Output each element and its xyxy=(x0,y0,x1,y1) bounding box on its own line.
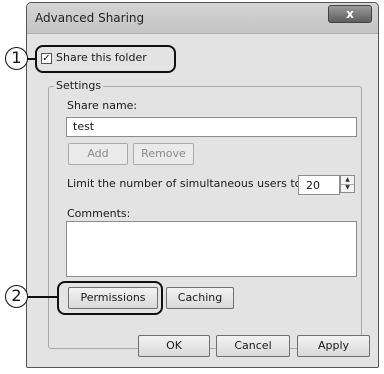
share-name-label: Share name: xyxy=(67,99,138,112)
close-button[interactable]: x xyxy=(328,5,372,23)
callout-line-1 xyxy=(27,58,36,60)
callout-box-share xyxy=(35,45,176,73)
comments-textarea[interactable] xyxy=(66,221,357,277)
window-title: Advanced Sharing xyxy=(35,11,145,25)
ok-button[interactable]: OK xyxy=(138,335,210,357)
callout-line-2 xyxy=(28,296,58,298)
limit-users-label: Limit the number of simultaneous users t… xyxy=(67,177,306,190)
title-bar: Advanced Sharing x xyxy=(27,3,378,34)
apply-button[interactable]: Apply xyxy=(297,335,370,357)
callout-box-permissions xyxy=(57,281,163,315)
settings-legend: Settings xyxy=(54,79,104,92)
caching-button[interactable]: Caching xyxy=(166,287,234,309)
cancel-button[interactable]: Cancel xyxy=(216,335,290,357)
callout-marker-2: 2 xyxy=(5,285,28,308)
callout-marker-1: 1 xyxy=(5,47,28,70)
comments-label: Comments: xyxy=(67,207,131,220)
user-limit-input[interactable]: 20 xyxy=(298,175,340,195)
share-name-input[interactable]: test xyxy=(66,117,357,137)
share-name-value: test xyxy=(73,120,95,133)
user-limit-spinner[interactable]: ▲ ▼ xyxy=(340,175,355,193)
user-limit-value: 20 xyxy=(306,179,320,192)
spin-down-icon[interactable]: ▼ xyxy=(341,184,354,192)
add-button[interactable]: Add xyxy=(68,143,128,165)
remove-button[interactable]: Remove xyxy=(133,143,194,165)
